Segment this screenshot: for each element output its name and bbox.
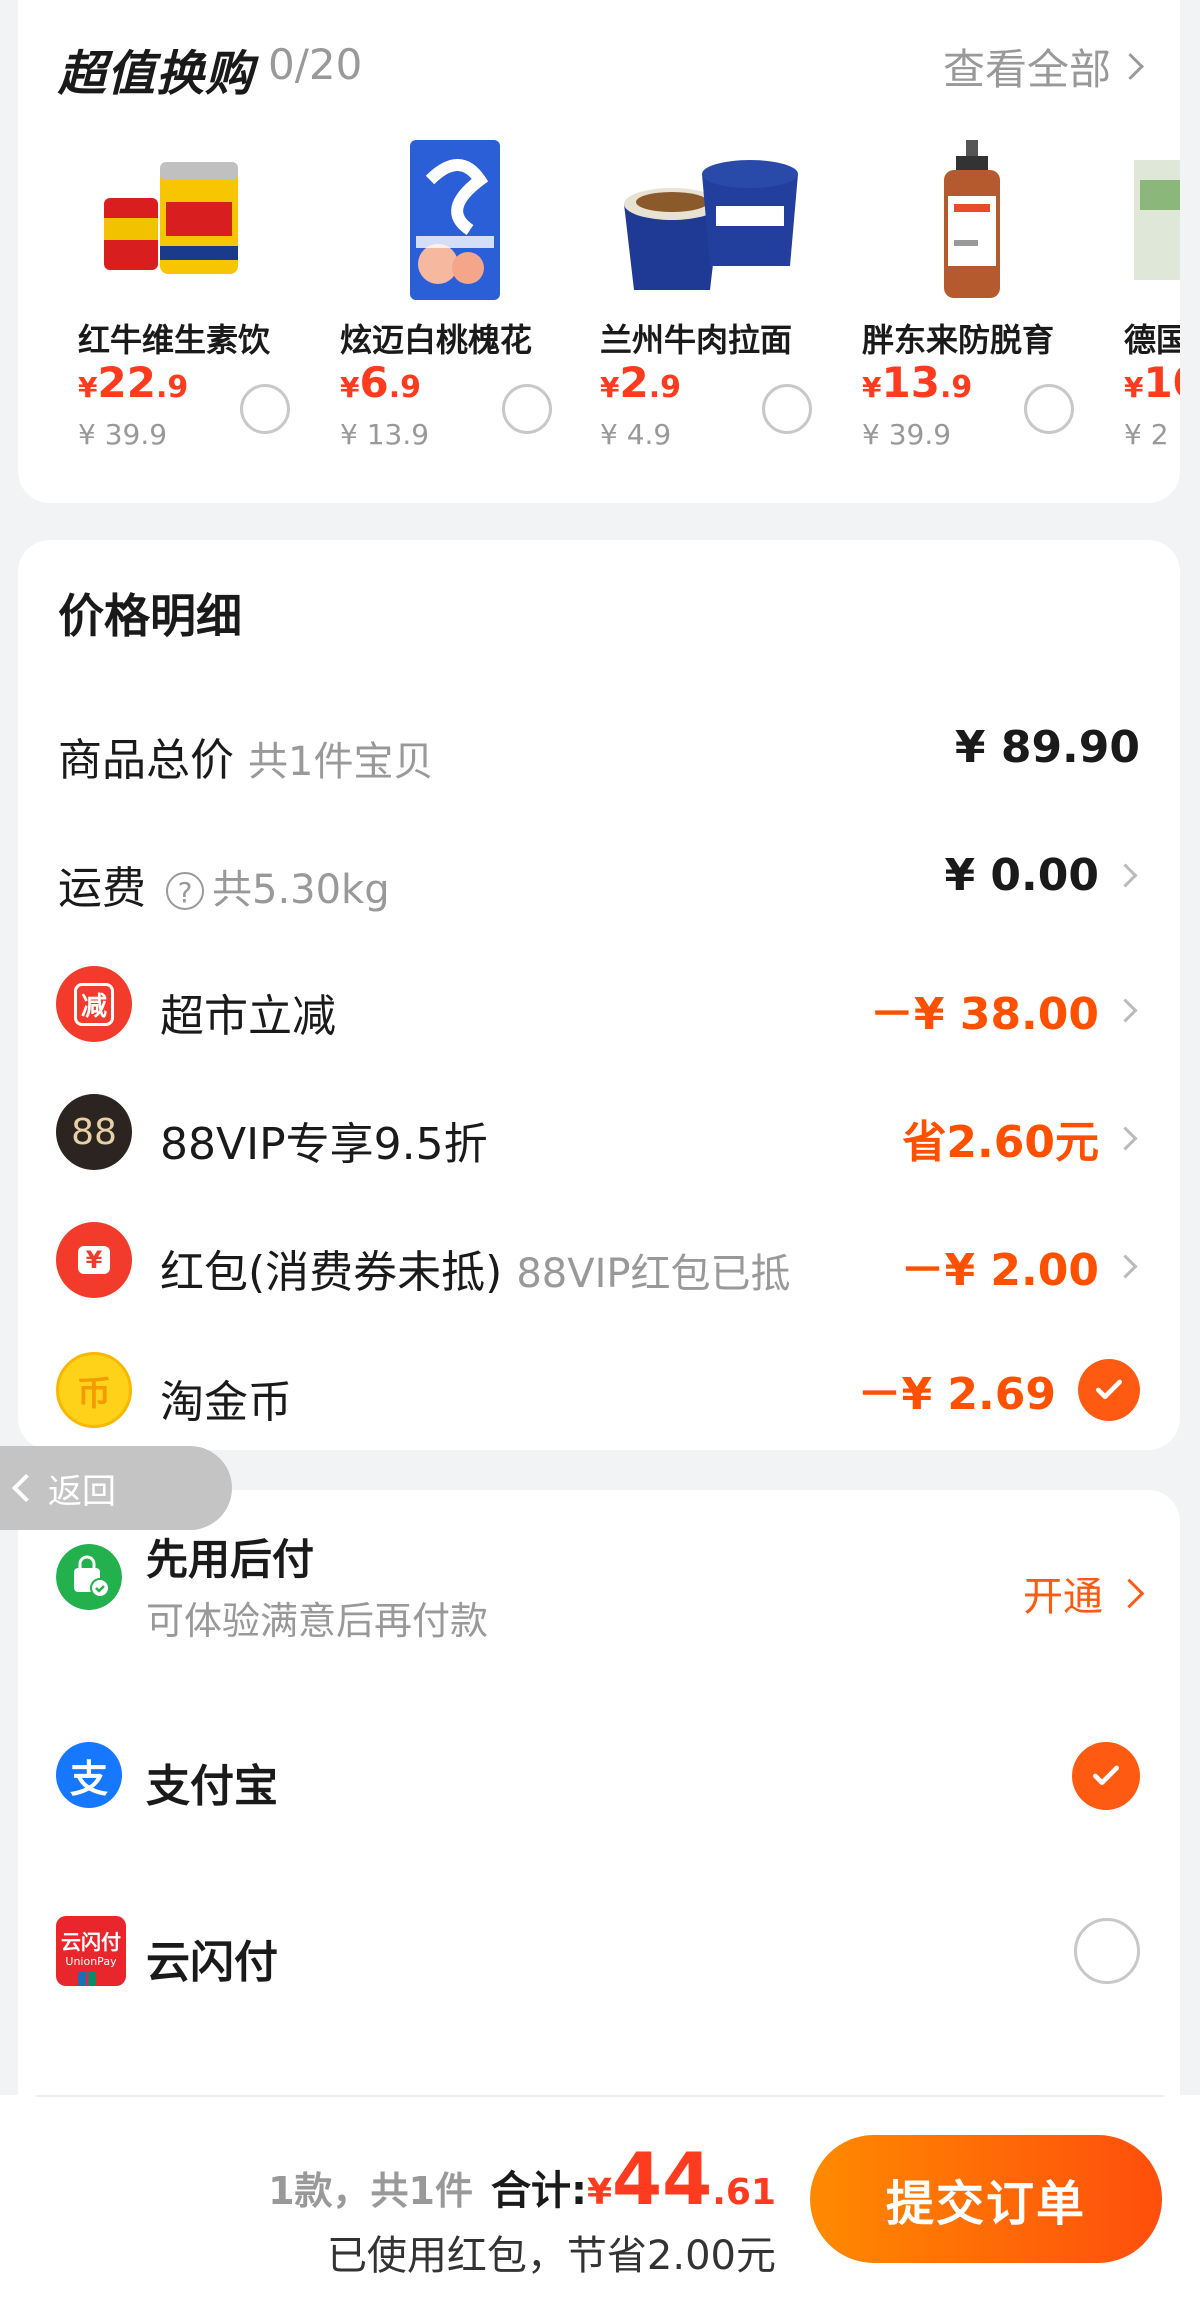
back-label: 返回 [48, 1471, 116, 1512]
chevron-right-icon [1113, 997, 1138, 1023]
product-original-price: ¥ 13.9 [340, 418, 430, 451]
taojinbi-row[interactable]: 币 淘金币 －¥ 2.69 [18, 1340, 1180, 1440]
product-price: ¥13.9 [862, 358, 973, 407]
divider [36, 2095, 1164, 2097]
product-select-radio[interactable] [762, 384, 812, 434]
pay-later-title: 先用后付 [146, 1535, 315, 1584]
chevron-right-icon [1113, 1253, 1138, 1279]
product-image [944, 140, 1000, 298]
shipping-row[interactable]: 运费? 共5.30kg ¥ 0.00 [18, 826, 1180, 926]
product-name: 兰州牛肉拉面 [600, 321, 793, 359]
product-name: 德国 [1124, 321, 1180, 359]
gold-coin-icon: 币 [56, 1352, 132, 1428]
unionpay-icon: 云闪付 UnionPay [56, 1916, 126, 1986]
exchange-title: 超值换购 [58, 46, 255, 102]
product-original-price: ¥ 4.9 [600, 418, 672, 451]
hongbao-row[interactable]: ¥ 红包(消费券未抵) 88VIP红包已抵 －¥ 2.00 [18, 1210, 1180, 1310]
unionpay-label: 云闪付 [146, 1937, 278, 1988]
chevron-right-icon [1113, 1125, 1138, 1151]
product-image [104, 162, 238, 274]
unionpay-row[interactable]: 云闪付 UnionPay 云闪付 [18, 1886, 1180, 2016]
total-label: 合计: [490, 2168, 587, 2214]
hongbao-note: 88VIP红包已抵 [516, 1251, 791, 1297]
goods-total-row: 商品总价 共1件宝贝 ¥ 89.90 [18, 698, 1180, 798]
product-original-price: ¥ 39.9 [862, 418, 952, 451]
product-name: 胖东来防脱育 [862, 321, 1055, 359]
product-select-radio[interactable] [1024, 384, 1074, 434]
order-summary: 1款，共1件 合计: ¥44.61 [268, 2137, 776, 2221]
price-detail-title: 价格明细 [58, 589, 242, 643]
product-price: ¥6.9 [340, 358, 421, 407]
shipping-label: 运费 [58, 863, 146, 914]
exchange-count: 0/20 [268, 40, 363, 89]
product-image [410, 140, 500, 300]
shipping-weight: 共5.30kg [212, 867, 390, 913]
goods-total-count: 共1件宝贝 [248, 739, 434, 785]
price-detail-card: 价格明细 商品总价 共1件宝贝 ¥ 89.90 运费? 共5.30kg ¥ 0.00… [18, 540, 1180, 1450]
taojinbi-value: －¥ 2.69 [857, 1369, 1057, 1420]
product-image [624, 160, 798, 290]
view-all-label: 查看全部 [942, 45, 1111, 94]
back-button[interactable]: 返回 [0, 1446, 232, 1530]
payment-card: 先用后付 可体验满意后再付款 开通 支 支付宝 云闪付 UnionPay 云闪付 [18, 1490, 1180, 2130]
taojinbi-label: 淘金币 [160, 1377, 292, 1428]
product-price: ¥10 [1124, 358, 1180, 407]
vip-88-icon: 88 [56, 1094, 132, 1170]
vip-discount-value: 省2.60元 [902, 1117, 1099, 1168]
product-item[interactable]: 德国 ¥10 ¥ 2 [1124, 140, 1180, 480]
discount-badge-icon: 减 [56, 966, 132, 1042]
submit-order-button[interactable]: 提交订单 [810, 2135, 1162, 2263]
saving-note: 已使用红包，节省2.00元 [326, 2233, 776, 2279]
chevron-right-icon [1114, 1578, 1145, 1608]
help-icon[interactable]: ? [166, 872, 204, 910]
product-image [1134, 160, 1180, 280]
chevron-left-icon [11, 1473, 41, 1503]
supermarket-discount-row[interactable]: 减 超市立减 －¥ 38.00 [18, 954, 1180, 1054]
supermarket-discount-label: 超市立减 [160, 991, 336, 1042]
goods-total-label: 商品总价 [58, 735, 234, 786]
pay-later-bag-icon [56, 1544, 122, 1610]
vip-discount-row[interactable]: 88 88VIP专享9.5折 省2.60元 [18, 1082, 1180, 1182]
alipay-row[interactable]: 支 支付宝 [18, 1710, 1180, 1840]
pay-later-desc: 可体验满意后再付款 [146, 1599, 489, 1643]
hongbao-value: －¥ 2.00 [900, 1245, 1100, 1296]
product-select-radio[interactable] [240, 384, 290, 434]
checked-icon[interactable] [1078, 1359, 1140, 1421]
unionpay-radio[interactable] [1074, 1918, 1140, 1984]
pay-later-enable-link[interactable]: 开通 [1023, 1564, 1145, 1622]
product-item[interactable]: 兰州牛肉拉面 ¥2.9 ¥ 4.9 [600, 140, 840, 480]
chevron-right-icon [1113, 863, 1138, 888]
product-price: ¥22.9 [78, 358, 189, 407]
vip-discount-label: 88VIP专享9.5折 [160, 1119, 488, 1170]
exchange-product-list[interactable]: 红牛维生素饮 ¥22.9 ¥ 39.9 炫迈白桃槐花 ¥6.9 ¥ 13.9 兰… [78, 140, 1180, 480]
total-amount: ¥44.61 [586, 2137, 776, 2221]
product-item[interactable]: 胖东来防脱育 ¥13.9 ¥ 39.9 [862, 140, 1102, 480]
product-item[interactable]: 炫迈白桃槐花 ¥6.9 ¥ 13.9 [340, 140, 580, 480]
alipay-selected-icon[interactable] [1072, 1742, 1140, 1810]
alipay-label: 支付宝 [146, 1761, 278, 1812]
exchange-card: 超值换购 0/20 查看全部 红牛维生素饮 ¥22.9 ¥ 39.9 炫迈白桃槐… [18, 0, 1180, 503]
shipping-value: ¥ 0.00 [944, 850, 1100, 901]
checkout-bar: 1款，共1件 合计: ¥44.61 已使用红包，节省2.00元 提交订单 [0, 2095, 1200, 2299]
red-packet-icon: ¥ [56, 1222, 132, 1298]
view-all-link[interactable]: 查看全部 [942, 36, 1144, 97]
product-original-price: ¥ 2 [1124, 418, 1169, 451]
product-name: 炫迈白桃槐花 [340, 321, 533, 359]
item-count: 1款，共1件 [268, 2169, 473, 2213]
product-name: 红牛维生素饮 [78, 321, 271, 359]
alipay-icon: 支 [56, 1742, 122, 1808]
product-select-radio[interactable] [502, 384, 552, 434]
chevron-right-icon [1117, 53, 1144, 80]
product-price: ¥2.9 [600, 358, 681, 407]
hongbao-label: 红包(消费券未抵) [160, 1247, 503, 1298]
pay-later-action-label: 开通 [1023, 1574, 1103, 1620]
product-original-price: ¥ 39.9 [78, 418, 168, 451]
product-item[interactable]: 红牛维生素饮 ¥22.9 ¥ 39.9 [78, 140, 318, 480]
supermarket-discount-value: －¥ 38.00 [869, 989, 1099, 1040]
goods-total-value: ¥ 89.90 [954, 722, 1140, 773]
